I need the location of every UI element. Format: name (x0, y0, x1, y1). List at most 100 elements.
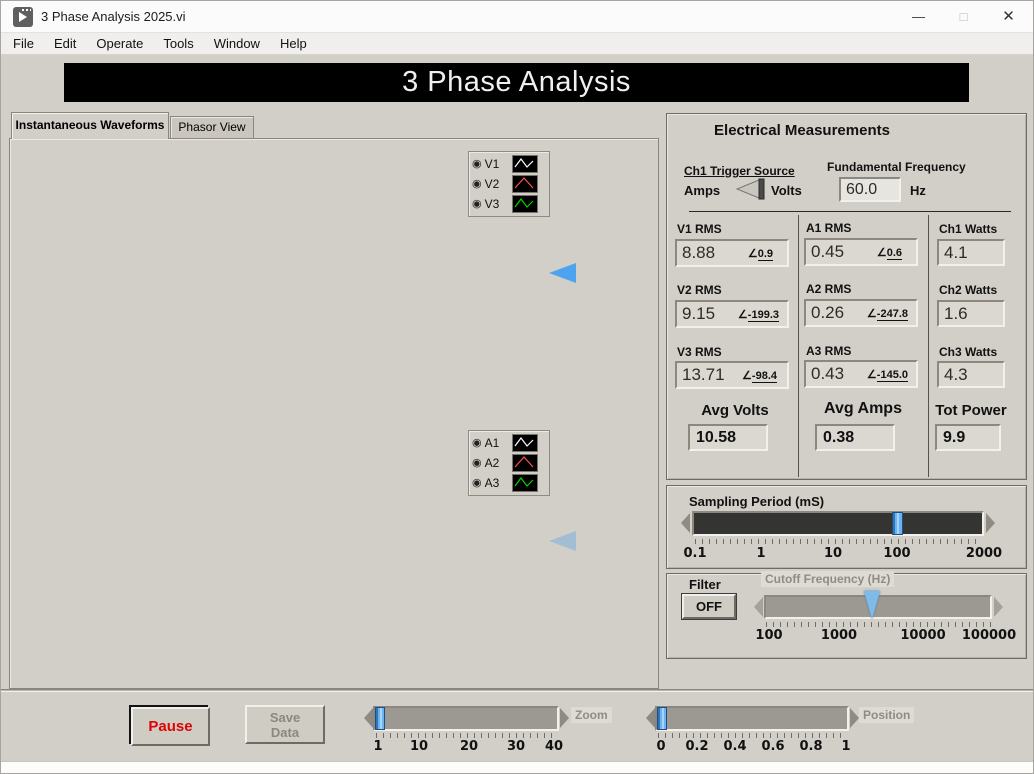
pause-button[interactable]: Pause (129, 705, 210, 746)
sampling-tick: 2000 (965, 546, 1003, 561)
plot-visible-checkbox[interactable]: ◉ (472, 198, 482, 210)
tot-power-label: Tot Power (935, 402, 1007, 419)
zoom-slider[interactable] (373, 706, 559, 731)
cutoff-increment-icon[interactable] (994, 597, 1003, 617)
fundamental-frequency-value[interactable]: 60.0 (841, 181, 899, 199)
trigger-source-switch[interactable] (732, 178, 768, 205)
close-button[interactable]: ✕ (986, 1, 1031, 33)
plot-visible-checkbox[interactable]: ◉ (472, 437, 482, 449)
app-window: 3 Phase Analysis 2025.vi — □ ✕ File Edit… (0, 0, 1034, 774)
plot-visible-checkbox[interactable]: ◉ (472, 457, 482, 469)
a3-rms-label: A3 RMS (806, 344, 852, 358)
zoom-decrement-icon[interactable] (364, 708, 373, 728)
sampling-tick: 100 (883, 546, 911, 561)
cutoff-tick-marks (766, 622, 992, 627)
banner: 3 Phase Analysis (64, 63, 969, 102)
legend-row-v3[interactable]: ◉ V3 (472, 194, 546, 214)
minimize-button[interactable]: — (896, 1, 941, 33)
zoom-tick: 1 (373, 739, 383, 754)
plot-visible-checkbox[interactable]: ◉ (472, 477, 482, 489)
plot-visible-checkbox[interactable]: ◉ (472, 178, 482, 190)
a2-rms-label: A2 RMS (806, 282, 852, 296)
sampling-tick-marks (695, 539, 981, 544)
v1-rms-indicator: 8.88 ∠0.9 (675, 239, 789, 267)
sampling-period-slider[interactable] (692, 511, 984, 536)
legend-plot-style-chip[interactable] (511, 155, 538, 173)
menu-help[interactable]: Help (270, 34, 317, 53)
pause-button-label: Pause (131, 707, 210, 746)
legend-plot-style-chip[interactable] (511, 474, 538, 492)
play-arrow-icon (19, 12, 27, 22)
legend-plot-style-chip[interactable] (511, 434, 538, 452)
position-slider[interactable] (655, 706, 849, 731)
legend-row-v1[interactable]: ◉ V1 (472, 154, 546, 174)
v2-angle: ∠-199.3 (737, 308, 779, 322)
v-trigger-level-cursor[interactable] (549, 263, 576, 283)
cutoff-decrement-icon[interactable] (754, 597, 763, 617)
v2-rms-label: V2 RMS (677, 283, 722, 297)
tab-phasor-view[interactable]: Phasor View (170, 116, 254, 139)
trigger-source-option-amps[interactable]: Amps (684, 183, 720, 198)
zoom-increment-icon[interactable] (560, 708, 569, 728)
a3-angle: ∠-145.0 (866, 368, 908, 382)
legend-row-a3[interactable]: ◉ A3 (472, 473, 546, 493)
position-tick: 0.8 (799, 739, 823, 754)
filter-off-button[interactable]: OFF (682, 594, 736, 619)
avg-volts-indicator: 10.58 (688, 424, 768, 451)
menu-tools[interactable]: Tools (153, 34, 203, 53)
position-tick: 0.6 (761, 739, 785, 754)
status-bar (1, 761, 1033, 773)
position-increment-icon[interactable] (850, 708, 859, 728)
fundamental-frequency-label: Fundamental Frequency (827, 160, 966, 174)
zoom-tick-marks (376, 733, 557, 738)
fundamental-frequency-input[interactable]: 60.0 (839, 177, 901, 202)
legend-row-a2[interactable]: ◉ A2 (472, 453, 546, 473)
avg-amps-value: 0.38 (823, 428, 855, 446)
legend-label: V3 (484, 197, 500, 211)
window-title: 3 Phase Analysis 2025.vi (41, 9, 186, 24)
angle-icon: ∠ (866, 307, 877, 320)
legend-plot-style-chip[interactable] (511, 175, 538, 193)
volts-legend: ◉ V1 ◉ V2 ◉ V3 (468, 151, 550, 217)
a1-rms-indicator: 0.45 ∠0.6 (804, 238, 918, 266)
menu-bar: File Edit Operate Tools Window Help (1, 33, 1033, 55)
tab-instantaneous-waveforms[interactable]: Instantaneous Waveforms (11, 112, 169, 139)
position-decrement-icon[interactable] (646, 708, 655, 728)
trigger-source-option-volts[interactable]: Volts (771, 183, 802, 198)
i-trigger-level-cursor[interactable] (549, 531, 576, 551)
a1-rms-label: A1 RMS (806, 221, 852, 235)
sampling-increment-icon[interactable] (986, 513, 995, 533)
avg-amps-indicator: 0.38 (815, 424, 895, 451)
v2-rms-value: 9.15 (682, 304, 716, 323)
legend-row-a1[interactable]: ◉ A1 (472, 433, 546, 453)
position-tick: 0.2 (685, 739, 709, 754)
save-data-button[interactable]: Save Data (245, 705, 325, 744)
ch1-watts-indicator: 4.1 (937, 239, 1005, 266)
sampling-period-slider-handle[interactable] (892, 512, 903, 535)
ch3-watts-value: 4.3 (944, 364, 968, 384)
legend-row-v2[interactable]: ◉ V2 (472, 174, 546, 194)
legend-plot-style-chip[interactable] (511, 454, 538, 472)
a2-rms-indicator: 0.26 ∠-247.8 (804, 299, 918, 327)
cutoff-tick: 1000 (820, 628, 858, 643)
menu-file[interactable]: File (3, 34, 44, 53)
tab-page (9, 138, 659, 689)
legend-label: A3 (484, 476, 500, 490)
menu-operate[interactable]: Operate (86, 34, 153, 53)
angle-icon: ∠ (866, 368, 877, 381)
plot-visible-checkbox[interactable]: ◉ (472, 158, 482, 170)
sampling-decrement-icon[interactable] (681, 513, 690, 533)
zoom-tick: 20 (459, 739, 479, 754)
maximize-button[interactable]: □ (941, 1, 986, 33)
v1-rms-label: V1 RMS (677, 222, 722, 236)
menu-window[interactable]: Window (204, 34, 270, 53)
tot-power-value: 9.9 (943, 428, 966, 446)
ch2-watts-value: 1.6 (944, 303, 968, 323)
position-slider-handle[interactable] (657, 707, 667, 730)
zoom-slider-handle[interactable] (375, 707, 385, 730)
menu-edit[interactable]: Edit (44, 34, 86, 53)
cutoff-slider-handle[interactable] (864, 591, 880, 619)
position-tick-marks (658, 733, 847, 738)
v3-rms-value: 13.71 (682, 365, 725, 384)
legend-plot-style-chip[interactable] (511, 195, 538, 213)
